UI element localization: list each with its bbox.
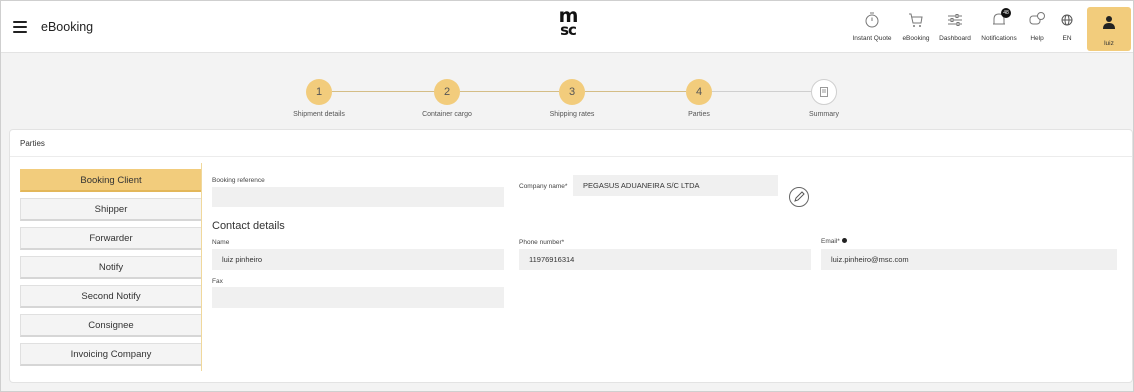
fax-label: Fax [212, 278, 223, 285]
document-icon [811, 79, 837, 105]
nav-help[interactable]: Help [1025, 11, 1049, 47]
step-number: 3 [559, 79, 585, 105]
user-avatar-icon [1102, 15, 1116, 34]
parties-card: Parties Booking Client Shipper Forwarder… [9, 129, 1133, 383]
name-label: Name [212, 239, 230, 246]
tab-notify[interactable]: Notify [20, 256, 202, 279]
nav-ebooking[interactable]: eBooking [901, 11, 931, 47]
logo-bottom: sc [560, 21, 577, 39]
fax-input[interactable] [212, 287, 504, 308]
company-name-label: Company name* [519, 183, 568, 190]
step-shipping-rates[interactable]: 3 Shipping rates [522, 79, 622, 118]
notification-badge: 48 [1001, 8, 1011, 18]
nav-label: Help [1030, 35, 1044, 42]
email-label-text: Email* [821, 238, 840, 245]
booking-stepper: 1 Shipment details 2 Container cargo 3 S… [1, 53, 1133, 129]
step-label: Summary [809, 111, 839, 118]
step-label: Parties [688, 111, 710, 118]
phone-input[interactable] [519, 249, 811, 270]
user-menu[interactable]: luiz [1087, 7, 1131, 51]
step-number: 1 [306, 79, 332, 105]
contact-details-title: Contact details [212, 220, 285, 232]
help-chat-icon [1028, 11, 1046, 29]
step-label: Shipping rates [549, 111, 595, 118]
step-summary[interactable]: Summary [774, 79, 874, 118]
header-nav: Instant Quote eBooking Dashboard 48 Noti… [849, 8, 1085, 47]
edit-pencil-icon[interactable] [789, 187, 809, 207]
step-parties[interactable]: 4 Parties [649, 79, 749, 118]
app-title: eBooking [41, 20, 94, 34]
info-icon[interactable] [841, 238, 847, 243]
step-container-cargo[interactable]: 2 Container cargo [397, 79, 497, 118]
cart-icon [907, 11, 925, 29]
nav-label: Dashboard [939, 35, 971, 42]
tab-shipper[interactable]: Shipper [20, 198, 202, 221]
email-label: Email* [821, 238, 847, 245]
globe-icon [1058, 11, 1076, 29]
tab-panel-border [201, 163, 202, 371]
tab-booking-client[interactable]: Booking Client [20, 169, 202, 192]
booking-reference-label: Booking reference [212, 177, 265, 184]
stopwatch-icon [863, 11, 881, 29]
top-bar: eBooking m sc Instant Quote eBooking Das… [1, 1, 1133, 53]
company-name-input[interactable] [573, 175, 778, 196]
msc-logo[interactable]: m sc [552, 7, 584, 45]
nav-label: Instant Quote [852, 35, 892, 42]
email-input[interactable] [821, 249, 1117, 270]
tab-consignee[interactable]: Consignee [20, 314, 202, 337]
step-shipment-details[interactable]: 1 Shipment details [269, 79, 369, 118]
tab-invoicing-company[interactable]: Invoicing Company [20, 343, 202, 366]
party-tabs: Booking Client Shipper Forwarder Notify … [20, 169, 202, 372]
nav-language[interactable]: EN [1055, 11, 1079, 47]
name-input[interactable] [212, 249, 504, 270]
bell-icon: 48 [990, 8, 1011, 29]
nav-label: Notifications [981, 35, 1017, 42]
user-label: luiz [1104, 40, 1114, 47]
sliders-icon [946, 11, 964, 29]
booking-reference-input[interactable] [212, 187, 504, 207]
nav-dashboard[interactable]: Dashboard [937, 11, 973, 47]
phone-label: Phone number* [519, 239, 565, 246]
nav-label: EN [1062, 35, 1072, 42]
tab-forwarder[interactable]: Forwarder [20, 227, 202, 250]
nav-label: eBooking [902, 35, 930, 42]
nav-notifications[interactable]: 48 Notifications [979, 8, 1019, 47]
nav-instant-quote[interactable]: Instant Quote [849, 11, 895, 47]
tab-second-notify[interactable]: Second Notify [20, 285, 202, 308]
step-label: Container cargo [422, 111, 472, 118]
hamburger-menu-icon[interactable] [13, 21, 27, 33]
step-number: 2 [434, 79, 460, 105]
card-title: Parties [20, 139, 45, 148]
divider [10, 156, 1132, 157]
step-label: Shipment details [293, 111, 345, 118]
step-number: 4 [686, 79, 712, 105]
